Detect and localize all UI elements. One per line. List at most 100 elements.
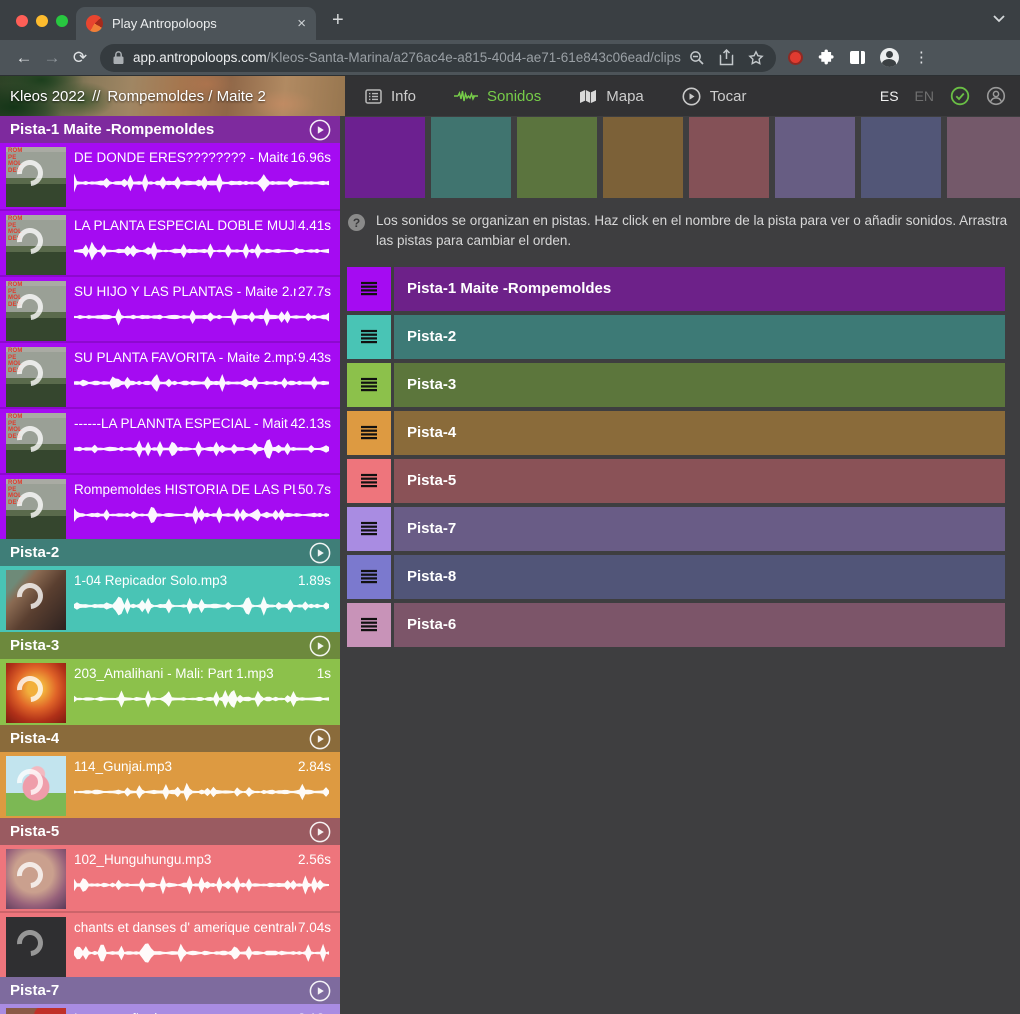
clip-waveform[interactable] [74,872,331,898]
window-controls[interactable] [16,15,68,27]
track-row-drag-handle[interactable] [347,507,391,551]
clip-name[interactable]: LA PLANTA ESPECIAL DOBLE MUJER - Mai... [74,218,296,233]
clip-item[interactable]: ROM PE MOL DES------LA PLANNTA ESPECIAL … [0,407,340,473]
clip-waveform[interactable] [74,502,331,528]
sidebar-toggle-icon[interactable] [850,51,865,64]
breadcrumb-path[interactable]: Rompemoldes / Maite 2 [107,88,265,105]
clip-waveform[interactable] [74,593,331,619]
play-track-icon[interactable] [309,728,331,750]
clip-item[interactable]: 102_Hunguhungu.mp32.56s [0,845,340,911]
zoom-window-button[interactable] [56,15,68,27]
record-icon[interactable] [788,50,803,65]
clip-waveform[interactable] [74,686,331,712]
nav-mapa[interactable]: Mapa [579,88,644,105]
track-row[interactable]: Pista-5 [347,459,1005,503]
url-text[interactable]: app.antropoloops.com/Kleos-Santa-Marina/… [133,50,681,65]
track-section-header[interactable]: Pista-4 [0,725,340,752]
track-row-bar[interactable]: Pista-8 [394,555,1005,599]
track-row[interactable]: Pista-1 Maite -Rompemoldes [347,267,1005,311]
clip-item[interactable]: 203_Amalihani - Mali: Part 1.mp31s [0,659,340,725]
clip-item[interactable]: ROM PE MOL DESDE DONDE ERES???????? - Ma… [0,143,340,209]
tab-close-icon[interactable]: × [297,15,306,32]
track-row-bar[interactable]: Pista-5 [394,459,1005,503]
forward-button[interactable]: → [38,48,66,68]
track-section-header[interactable]: Pista-3 [0,632,340,659]
account-icon[interactable] [986,86,1006,106]
clip-name[interactable]: chants et danses d' amerique centrale - … [74,920,296,935]
clip-waveform[interactable] [74,779,331,805]
clip-item[interactable]: ROM PE MOL DESSU HIJO Y LAS PLANTAS - Ma… [0,275,340,341]
lang-es-button[interactable]: ES [880,88,899,104]
profile-avatar[interactable] [880,48,899,67]
clip-name[interactable]: 203_Amalihani - Mali: Part 1.mp3 [74,666,274,681]
clip-name[interactable]: Rompemoldes HISTORIA DE LAS PLANTAS... [74,482,296,497]
clip-item[interactable]: ROM PE MOL DESSU PLANTA FAVORITA - Maite… [0,341,340,407]
close-window-button[interactable] [16,15,28,27]
clip-name[interactable]: 1-04 Repicador Solo.mp3 [74,573,227,588]
play-track-icon[interactable] [309,119,331,141]
clip-item[interactable]: 114_Gunjai.mp32.84s [0,752,340,818]
new-tab-button[interactable]: + [332,10,344,30]
track-section-header[interactable]: Pista-1 Maite -Rompemoldes [0,116,340,143]
clip-name[interactable]: ------LA PLANNTA ESPECIAL - Maite 2.mp3 [74,416,288,431]
track-row-drag-handle[interactable] [347,411,391,455]
track-row-bar[interactable]: Pista-6 [394,603,1005,647]
track-row[interactable]: Pista-7 [347,507,1005,551]
track-row-bar[interactable]: Pista-1 Maite -Rompemoldes [394,267,1005,311]
track-section-header[interactable]: Pista-2 [0,539,340,566]
clip-waveform[interactable] [74,238,331,264]
address-bar[interactable]: app.antropoloops.com/Kleos-Santa-Marina/… [100,44,776,72]
nav-info[interactable]: Info [365,88,416,105]
clip-waveform[interactable] [74,436,331,462]
track-section-header[interactable]: Pista-7 [0,977,340,1004]
clip-waveform[interactable] [74,170,331,196]
clip-waveform[interactable] [74,304,331,330]
track-row-drag-handle[interactable] [347,603,391,647]
back-button[interactable]: ← [10,48,38,68]
play-track-icon[interactable] [309,821,331,843]
nav-tocar[interactable]: Tocar [682,87,747,106]
browser-tab[interactable]: Play Antropoloops × [76,7,316,40]
minimize-window-button[interactable] [36,15,48,27]
zoom-icon[interactable] [689,50,705,66]
clip-item[interactable]: 1-04 Repicador Solo.mp31.89s [0,566,340,632]
track-row[interactable]: Pista-4 [347,411,1005,455]
play-track-icon[interactable] [309,635,331,657]
reload-button[interactable]: ⟳ [66,48,94,68]
clip-waveform[interactable] [74,940,331,966]
track-section-header[interactable]: Pista-5 [0,818,340,845]
track-row-drag-handle[interactable] [347,315,391,359]
track-row-drag-handle[interactable] [347,363,391,407]
track-row-drag-handle[interactable] [347,459,391,503]
nav-sonidos[interactable]: Sonidos [454,88,541,105]
share-icon[interactable] [719,49,734,66]
track-row-bar[interactable]: Pista-7 [394,507,1005,551]
clip-item[interactable]: ROM PE MOL DESLA PLANTA ESPECIAL DOBLE M… [0,209,340,275]
clip-item[interactable]: Las castañuelas3.13s [0,1004,340,1014]
track-row-drag-handle[interactable] [347,267,391,311]
play-track-icon[interactable] [309,542,331,564]
tab-search-chevron-icon[interactable] [992,14,1006,23]
track-row-bar[interactable]: Pista-2 [394,315,1005,359]
track-row[interactable]: Pista-8 [347,555,1005,599]
extensions-icon[interactable] [818,49,835,66]
clip-waveform[interactable] [74,370,331,396]
track-row[interactable]: Pista-6 [347,603,1005,647]
track-row-bar[interactable]: Pista-4 [394,411,1005,455]
clip-name[interactable]: DE DONDE ERES???????? - Maite 2.mp3 [74,150,288,165]
menu-kebab-icon[interactable]: ⋮ [914,51,929,65]
clip-item[interactable]: chants et danses d' amerique centrale - … [0,911,340,977]
lang-en-button[interactable]: EN [915,88,934,104]
track-row-bar[interactable]: Pista-3 [394,363,1005,407]
track-row-drag-handle[interactable] [347,555,391,599]
breadcrumb[interactable]: Kleos 2022 // Rompemoldes / Maite 2 [0,76,345,116]
clip-name[interactable]: 114_Gunjai.mp3 [74,759,172,774]
breadcrumb-site[interactable]: Kleos 2022 [10,88,85,105]
track-row[interactable]: Pista-2 [347,315,1005,359]
clip-name[interactable]: SU PLANTA FAVORITA - Maite 2.mp3 [74,350,296,365]
track-row[interactable]: Pista-3 [347,363,1005,407]
clip-name[interactable]: 102_Hunguhungu.mp3 [74,852,211,867]
clip-item[interactable]: ROM PE MOL DESRompemoldes HISTORIA DE LA… [0,473,340,539]
status-check-icon[interactable] [950,86,970,106]
clip-name[interactable]: SU HIJO Y LAS PLANTAS - Maite 2.mp3 [74,284,296,299]
